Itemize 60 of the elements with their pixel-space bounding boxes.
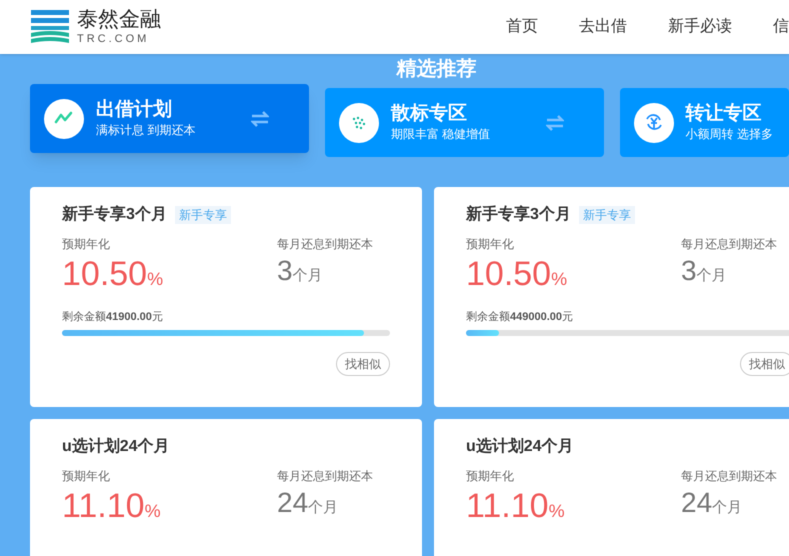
category-subtitle: 满标计息 到期还本 [96, 122, 196, 140]
rate-unit: % [147, 268, 164, 291]
section-title: 精选推荐 [396, 57, 476, 82]
product-tag: 新手专享 [174, 206, 231, 224]
product-title: 新手专享3个月 [62, 204, 167, 225]
product-title: u选计划24个月 [62, 436, 170, 457]
term-label: 每月还息到期还本 [681, 236, 777, 253]
term-unit: 个月 [696, 266, 727, 286]
rate-unit: % [551, 268, 568, 291]
remaining-amount: 449000.00 [510, 310, 562, 325]
term-value: 24 [277, 489, 308, 517]
category-title: 转让专区 [686, 102, 763, 126]
product-title: u选计划24个月 [466, 436, 574, 457]
term-value: 3 [277, 257, 293, 285]
term-unit: 个月 [308, 498, 338, 518]
term-unit: 个月 [292, 266, 323, 286]
term-value: 24 [681, 489, 712, 517]
category-title: 散标专区 [390, 102, 468, 126]
product-tag: 新手专享 [578, 206, 635, 224]
term-unit: 个月 [712, 498, 742, 518]
rate-label: 预期年化 [62, 236, 111, 253]
category-tab[interactable]: 转让专区 小额周转 选择多 [620, 88, 789, 157]
remaining-label: 剩余金额 [466, 310, 510, 325]
term-value: 3 [681, 257, 697, 285]
logo-domain: TRC.COM [77, 34, 150, 45]
rate-label: 预期年化 [466, 468, 515, 485]
logo-icon [31, 10, 69, 44]
find-similar-button[interactable]: 找相似 [740, 352, 789, 376]
product-title: 新手专享3个月 [466, 204, 571, 225]
category-subtitle: 期限丰富 稳健增值 [390, 126, 490, 144]
category-icon [44, 98, 84, 138]
remaining-unit: 元 [152, 310, 163, 325]
rate-value: 10.50 [62, 257, 148, 291]
rate-unit: % [548, 500, 565, 523]
find-similar-button[interactable]: 找相似 [336, 352, 390, 376]
remaining-label: 剩余金额 [62, 310, 106, 325]
nav-link[interactable]: 新手必读 [668, 15, 732, 39]
category-icon [338, 102, 379, 142]
rate-value: 11.10 [466, 489, 549, 523]
rate-label: 预期年化 [466, 236, 515, 253]
remaining-amount: 41900.00 [106, 310, 152, 325]
category-title: 出借计划 [96, 98, 173, 122]
category-tab[interactable]: 出借计划 满标计息 到期还本 [30, 84, 309, 153]
term-label: 每月还息到期还本 [277, 236, 373, 253]
nav-link[interactable]: 信 [773, 15, 789, 39]
nav-link[interactable]: 首页 [506, 15, 538, 39]
rate-unit: % [144, 500, 161, 523]
nav-link[interactable]: 去出借 [579, 15, 627, 39]
remaining-unit: 元 [562, 310, 573, 325]
category-subtitle: 小额周转 选择多 [686, 126, 773, 144]
term-label: 每月还息到期还本 [277, 468, 373, 485]
swap-icon [250, 110, 269, 126]
rate-label: 预期年化 [62, 468, 111, 485]
category-icon [634, 102, 674, 142]
rate-value: 10.50 [466, 257, 552, 291]
logo-name: 泰然金融 [77, 9, 161, 30]
term-label: 每月还息到期还本 [681, 468, 777, 485]
rate-value: 11.10 [62, 489, 145, 523]
swap-icon [546, 114, 564, 130]
category-tab[interactable]: 散标专区 期限丰富 稳健增值 [324, 88, 604, 157]
